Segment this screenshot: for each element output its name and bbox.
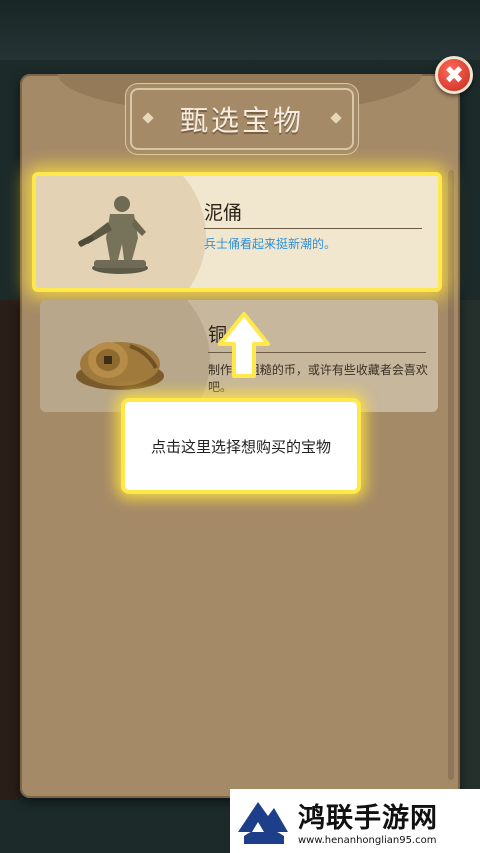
tutorial-hint-text: 点击这里选择想购买的宝物 [150,437,331,456]
treasure-item-clay-figurine[interactable]: 泥俑 兵士俑看起来挺新潮的。 [32,172,442,292]
background-top [0,0,480,60]
site-logo-icon [234,792,292,850]
site-watermark: 鸿联手游网 www.henanhonglian95.com [230,789,480,853]
list-scrollbar[interactable] [448,170,454,780]
background-left [0,300,20,800]
ornament-left-icon [142,112,154,124]
watermark-name: 鸿联手游网 [298,803,438,834]
item-divider [204,228,422,229]
background-right [460,300,480,800]
dialog-title-plate: 甄选宝物 [130,88,354,150]
close-button[interactable]: ✖ [435,56,473,94]
dialog-title: 甄选宝物 [179,104,304,137]
ornament-right-icon [330,112,342,124]
up-arrow-icon [218,312,270,378]
watermark-url: www.henanhonglian95.com [298,835,437,846]
item-name: 泥俑 [204,202,243,224]
tutorial-hint-bubble[interactable]: 点击这里选择想购买的宝物 [121,398,361,494]
clay-figurine-icon [78,196,148,274]
close-icon: ✖ [443,61,465,89]
copper-coins-icon [76,342,164,390]
item-description: 兵士俑看起来挺新潮的。 [204,237,337,251]
